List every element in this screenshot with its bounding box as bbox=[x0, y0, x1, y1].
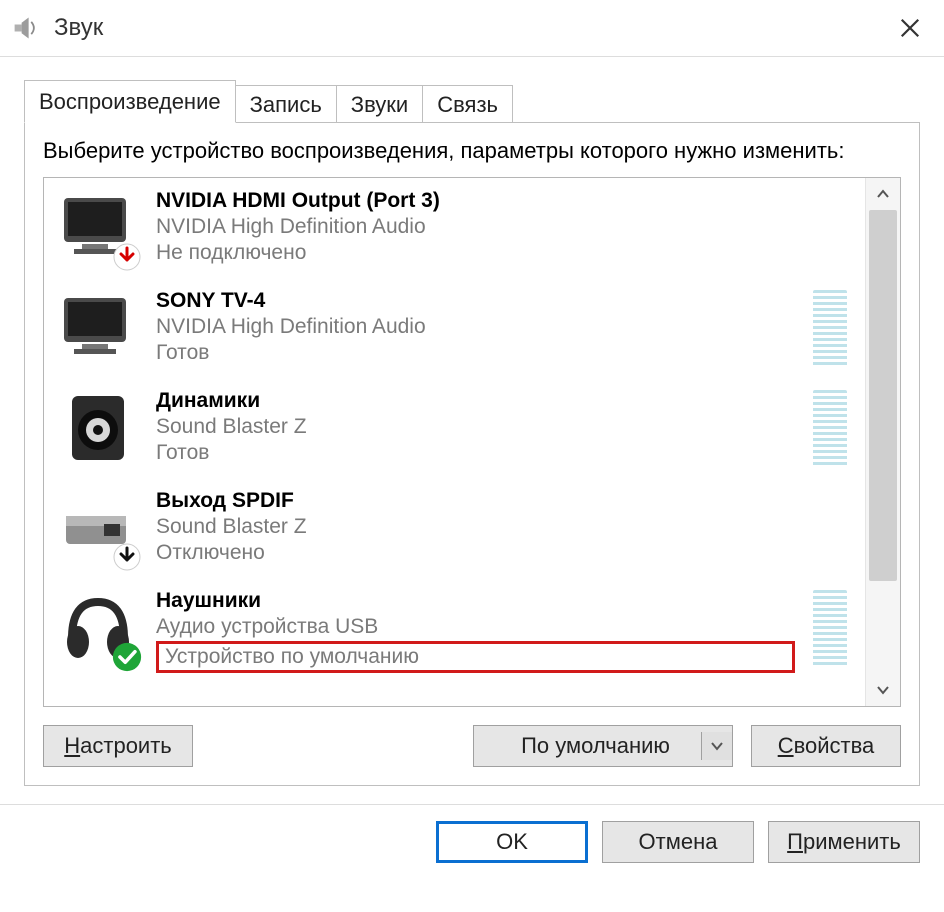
device-status: Не подключено bbox=[156, 240, 795, 266]
device-driver: NVIDIA High Definition Audio bbox=[156, 314, 795, 340]
device-text: NVIDIA HDMI Output (Port 3) NVIDIA High … bbox=[156, 188, 795, 267]
default-device-highlight: Устройство по умолчанию bbox=[156, 641, 795, 673]
device-text: Динамики Sound Blaster Z Готов bbox=[156, 388, 795, 467]
device-driver: Аудио устройства USB bbox=[156, 614, 795, 640]
scroll-track[interactable] bbox=[866, 210, 900, 674]
ok-button[interactable]: OK bbox=[436, 821, 588, 863]
scrollbar[interactable] bbox=[865, 178, 900, 706]
sound-dialog: Звук Воспроизведение Запись Звуки Связь … bbox=[0, 0, 944, 912]
monitor-icon bbox=[58, 188, 138, 268]
device-text: SONY TV-4 NVIDIA High Definition Audio Г… bbox=[156, 288, 795, 367]
monitor-icon bbox=[58, 288, 138, 368]
instruction-text: Выберите устройство воспроизведения, пар… bbox=[43, 137, 901, 165]
tab-sounds[interactable]: Звуки bbox=[337, 85, 423, 124]
tab-communications[interactable]: Связь bbox=[423, 85, 513, 124]
tab-panel-playback: Выберите устройство воспроизведения, пар… bbox=[24, 122, 920, 786]
app-icon bbox=[10, 12, 42, 44]
device-status: Готов bbox=[156, 340, 795, 366]
device-driver: Sound Blaster Z bbox=[156, 414, 795, 440]
device-name: NVIDIA HDMI Output (Port 3) bbox=[156, 188, 795, 214]
device-list-inner: NVIDIA HDMI Output (Port 3) NVIDIA High … bbox=[44, 178, 865, 706]
scroll-down-button[interactable] bbox=[866, 674, 900, 706]
device-item[interactable]: Наушники Аудио устройства USB Устройство… bbox=[44, 578, 865, 684]
tab-playback[interactable]: Воспроизведение bbox=[24, 80, 236, 123]
set-default-label: По умолчанию bbox=[490, 733, 701, 759]
configure-button[interactable]: Настроить bbox=[43, 725, 193, 767]
device-item[interactable]: NVIDIA HDMI Output (Port 3) NVIDIA High … bbox=[44, 178, 865, 278]
properties-button[interactable]: Свойства bbox=[751, 725, 901, 767]
level-meter bbox=[813, 290, 847, 368]
device-item[interactable]: Выход SPDIF Sound Blaster Z Отключено bbox=[44, 478, 865, 578]
chevron-down-icon[interactable] bbox=[701, 732, 732, 760]
device-list[interactable]: NVIDIA HDMI Output (Port 3) NVIDIA High … bbox=[43, 177, 901, 707]
device-item[interactable]: SONY TV-4 NVIDIA High Definition Audio Г… bbox=[44, 278, 865, 378]
device-driver: Sound Blaster Z bbox=[156, 514, 795, 540]
dialog-footer: OK Отмена Применить bbox=[0, 804, 944, 879]
window-title: Звук bbox=[54, 14, 103, 42]
device-driver: NVIDIA High Definition Audio bbox=[156, 214, 795, 240]
panel-buttons: Настроить По умолчанию Свойства bbox=[43, 725, 901, 767]
device-name: Наушники bbox=[156, 588, 795, 614]
tabstrip: Воспроизведение Запись Звуки Связь bbox=[24, 81, 920, 123]
badge-check-green-icon bbox=[112, 642, 142, 672]
badge-down-black-icon bbox=[112, 542, 142, 572]
device-status: Готов bbox=[156, 440, 795, 466]
spdif-icon bbox=[58, 488, 138, 568]
tab-recording[interactable]: Запись bbox=[236, 85, 337, 124]
scroll-up-button[interactable] bbox=[866, 178, 900, 210]
device-item[interactable]: Динамики Sound Blaster Z Готов bbox=[44, 378, 865, 478]
device-name: Динамики bbox=[156, 388, 795, 414]
titlebar: Звук bbox=[0, 0, 944, 57]
speaker-icon bbox=[58, 388, 138, 468]
device-text: Наушники Аудио устройства USB Устройство… bbox=[156, 588, 795, 674]
scroll-thumb[interactable] bbox=[869, 210, 897, 581]
apply-button[interactable]: Применить bbox=[768, 821, 920, 863]
device-name: Выход SPDIF bbox=[156, 488, 795, 514]
close-button[interactable] bbox=[886, 4, 934, 52]
level-meter bbox=[813, 590, 847, 668]
headphones-icon bbox=[58, 588, 138, 668]
dialog-body: Воспроизведение Запись Звуки Связь Выбер… bbox=[0, 57, 944, 786]
device-status: Отключено bbox=[156, 540, 795, 566]
device-text: Выход SPDIF Sound Blaster Z Отключено bbox=[156, 488, 795, 567]
level-meter bbox=[813, 390, 847, 468]
badge-down-red-icon bbox=[112, 242, 142, 272]
device-name: SONY TV-4 bbox=[156, 288, 795, 314]
set-default-button[interactable]: По умолчанию bbox=[473, 725, 733, 767]
cancel-button[interactable]: Отмена bbox=[602, 821, 754, 863]
